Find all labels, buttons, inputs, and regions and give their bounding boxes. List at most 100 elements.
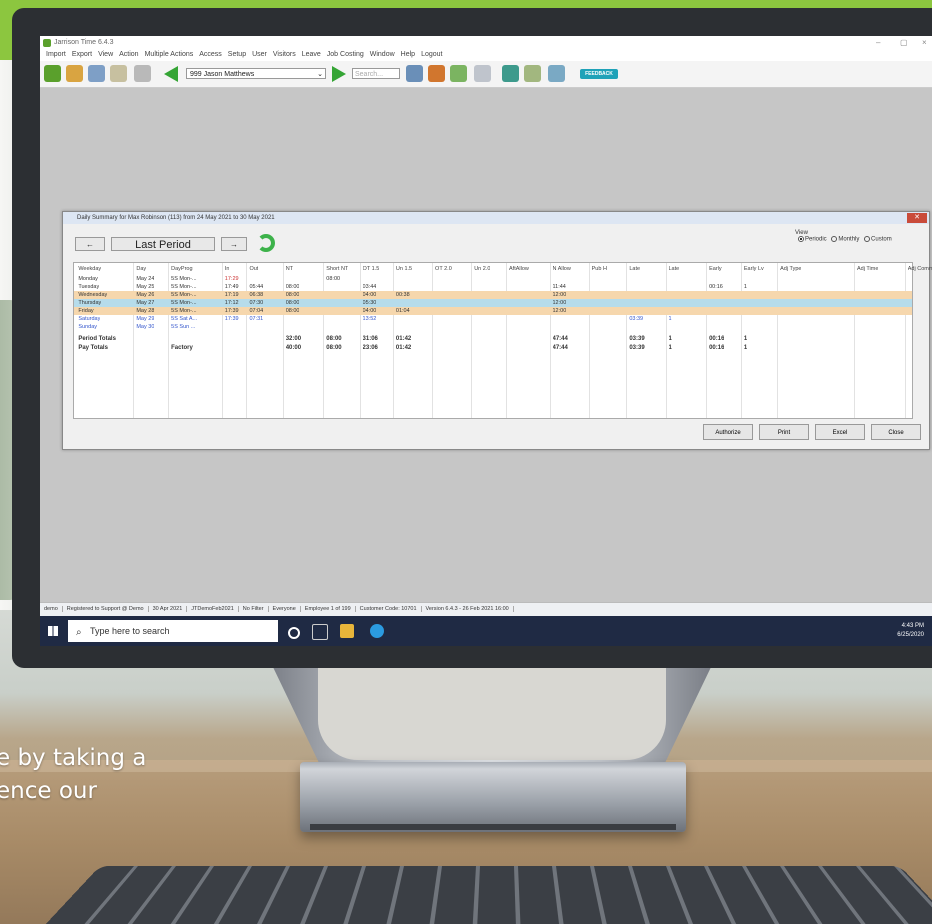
- menu-item-visitors[interactable]: Visitors: [273, 51, 296, 58]
- menu-item-import[interactable]: Import: [46, 51, 66, 58]
- table-cell: 17:39: [224, 308, 239, 314]
- sync-icon[interactable]: [428, 65, 445, 82]
- totals-row[interactable]: Period Totals 32:00 08:00 31:06 01:42 47:44 03…: [74, 335, 912, 343]
- menu-item-user[interactable]: User: [252, 51, 267, 58]
- table-cell: May 26: [136, 292, 155, 298]
- table-cell: 5S Sun ...: [171, 324, 196, 330]
- cortana-icon[interactable]: [288, 627, 300, 639]
- view-option-custom: Custom: [871, 236, 892, 243]
- table-cell: 06:38: [249, 292, 264, 298]
- report-icon[interactable]: [88, 65, 105, 82]
- table-cell: In: [224, 266, 230, 272]
- view-options: View Periodic Monthly Custom: [795, 230, 892, 243]
- totals-row[interactable]: Pay Totals Factory 40:00 08:00 23:06 01:42 47:…: [74, 344, 912, 352]
- chevron-down-icon: ⌄: [317, 71, 323, 78]
- table-row[interactable]: Wednesday May 26 5S Mon-... 17:19 06:38 08:00…: [74, 291, 912, 299]
- table-cell: 1: [668, 345, 672, 351]
- table-cell: May 27: [136, 300, 155, 306]
- menu-item-help[interactable]: Help: [401, 51, 415, 58]
- table-cell: 17:19: [224, 292, 239, 298]
- user-card-icon[interactable]: [406, 65, 423, 82]
- minimize-icon[interactable]: –: [876, 38, 880, 47]
- people-icon[interactable]: [66, 65, 83, 82]
- table-cell: 5S Sat A...: [171, 316, 198, 322]
- table-cell: 00:16: [709, 284, 723, 290]
- table-cell: 5S Mon-...: [171, 276, 197, 282]
- search-icon: ⌕: [76, 627, 82, 638]
- system-tray[interactable]: 4:43 PM 6/25/2020: [897, 622, 924, 640]
- radio-periodic[interactable]: [798, 236, 804, 242]
- employee-select[interactable]: 999 Jason Matthews ⌄: [186, 68, 326, 79]
- table-cell: 01:42: [395, 336, 412, 342]
- table-cell: 08:00: [285, 308, 300, 314]
- table-cell: 5S Mon-...: [171, 300, 197, 306]
- refresh-icon[interactable]: [257, 234, 275, 252]
- table-cell: 08:00: [326, 336, 342, 342]
- roster-icon[interactable]: [110, 65, 127, 82]
- table-cell: 40:00: [285, 345, 302, 351]
- file-explorer-icon[interactable]: [340, 624, 354, 638]
- terminal-icon[interactable]: [548, 65, 565, 82]
- task-view-icon[interactable]: [312, 624, 328, 640]
- menu-item-access[interactable]: Access: [199, 51, 222, 58]
- computer-base-edge: [310, 824, 676, 830]
- table-cell: 08:00: [285, 284, 300, 290]
- menu-item-window[interactable]: Window: [370, 51, 395, 58]
- daily-summary-dialog: Daily Summary for Max Robinson (113) fro…: [62, 211, 932, 450]
- table-row[interactable]: Tuesday May 25 5S Mon-... 17:49 05:44 08:00 03…: [74, 283, 912, 291]
- radio-monthly[interactable]: [831, 236, 838, 242]
- menu-item-export[interactable]: Export: [72, 51, 92, 58]
- menu-item-leave[interactable]: Leave: [302, 51, 321, 58]
- authorize-button[interactable]: Authorize: [703, 424, 753, 440]
- dialog-close-icon[interactable]: ✕: [907, 213, 927, 223]
- table-cell: Adj Time: [857, 266, 879, 272]
- table-cell: 1: [743, 345, 748, 351]
- dialog-close-button[interactable]: Close: [871, 424, 921, 440]
- print-button[interactable]: Print: [759, 424, 809, 440]
- settings-icon[interactable]: [450, 65, 467, 82]
- monitor-stand-opening: [318, 665, 666, 760]
- table-row[interactable]: Monday May 24 5S Mon-... 17:29 08:00: [74, 275, 912, 283]
- windows-start-icon[interactable]: [48, 626, 58, 636]
- period-label[interactable]: Last Period: [111, 237, 215, 251]
- previous-period-button[interactable]: ←: [75, 237, 105, 251]
- menu-item-logout[interactable]: Logout: [421, 51, 442, 58]
- document-icon[interactable]: [474, 65, 491, 82]
- close-icon[interactable]: ×: [922, 38, 927, 47]
- table-cell: 08:00: [285, 292, 300, 298]
- menu-item-multiple-actions[interactable]: Multiple Actions: [145, 51, 194, 58]
- previous-employee-icon[interactable]: [164, 66, 178, 82]
- next-employee-icon[interactable]: [332, 66, 346, 82]
- table-cell: 00:38: [395, 292, 410, 298]
- table-row[interactable]: Saturday May 29 5S Sat A... 17:39 07:31 13:52…: [74, 315, 912, 323]
- view-option-periodic: Periodic: [805, 236, 827, 243]
- table-cell: 03:39: [629, 345, 645, 351]
- menu-item-view[interactable]: View: [98, 51, 113, 58]
- excel-button[interactable]: Excel: [815, 424, 865, 440]
- menu-item-job-costing[interactable]: Job Costing: [327, 51, 364, 58]
- computer-base: [300, 762, 686, 832]
- status-item: Everyone: [272, 606, 301, 612]
- search-input[interactable]: Search...: [352, 68, 400, 79]
- feedback-button[interactable]: FEEDBACK: [580, 69, 618, 79]
- clock-in-icon[interactable]: [44, 65, 61, 82]
- table-row[interactable]: Thursday May 27 5S Mon-... 17:12 07:30 08:00 0…: [74, 299, 912, 307]
- table-cell: 5S Mon-...: [171, 308, 197, 314]
- menu-item-action[interactable]: Action: [119, 51, 138, 58]
- edge-icon[interactable]: [370, 624, 384, 638]
- taskbar-search-placeholder: Type here to search: [90, 626, 170, 636]
- status-item: No Filter: [242, 606, 269, 612]
- upload-icon[interactable]: [524, 65, 541, 82]
- taskbar-search-input[interactable]: ⌕ Type here to search: [68, 620, 278, 642]
- calendar-icon[interactable]: [134, 65, 151, 82]
- table-cell: Period Totals: [78, 336, 116, 342]
- radio-custom[interactable]: [864, 236, 871, 242]
- next-period-button[interactable]: →: [221, 237, 247, 251]
- transfer-icon[interactable]: [502, 65, 519, 82]
- table-row[interactable]: Sunday May 30 5S Sun ...: [74, 323, 912, 331]
- maximize-icon[interactable]: ▢: [900, 38, 908, 47]
- table-cell: Late: [629, 266, 641, 272]
- table-row[interactable]: Friday May 28 5S Mon-... 17:39 07:04 08:00 04:…: [74, 307, 912, 315]
- table-cell: 12:00: [552, 292, 567, 298]
- menu-item-setup[interactable]: Setup: [228, 51, 246, 58]
